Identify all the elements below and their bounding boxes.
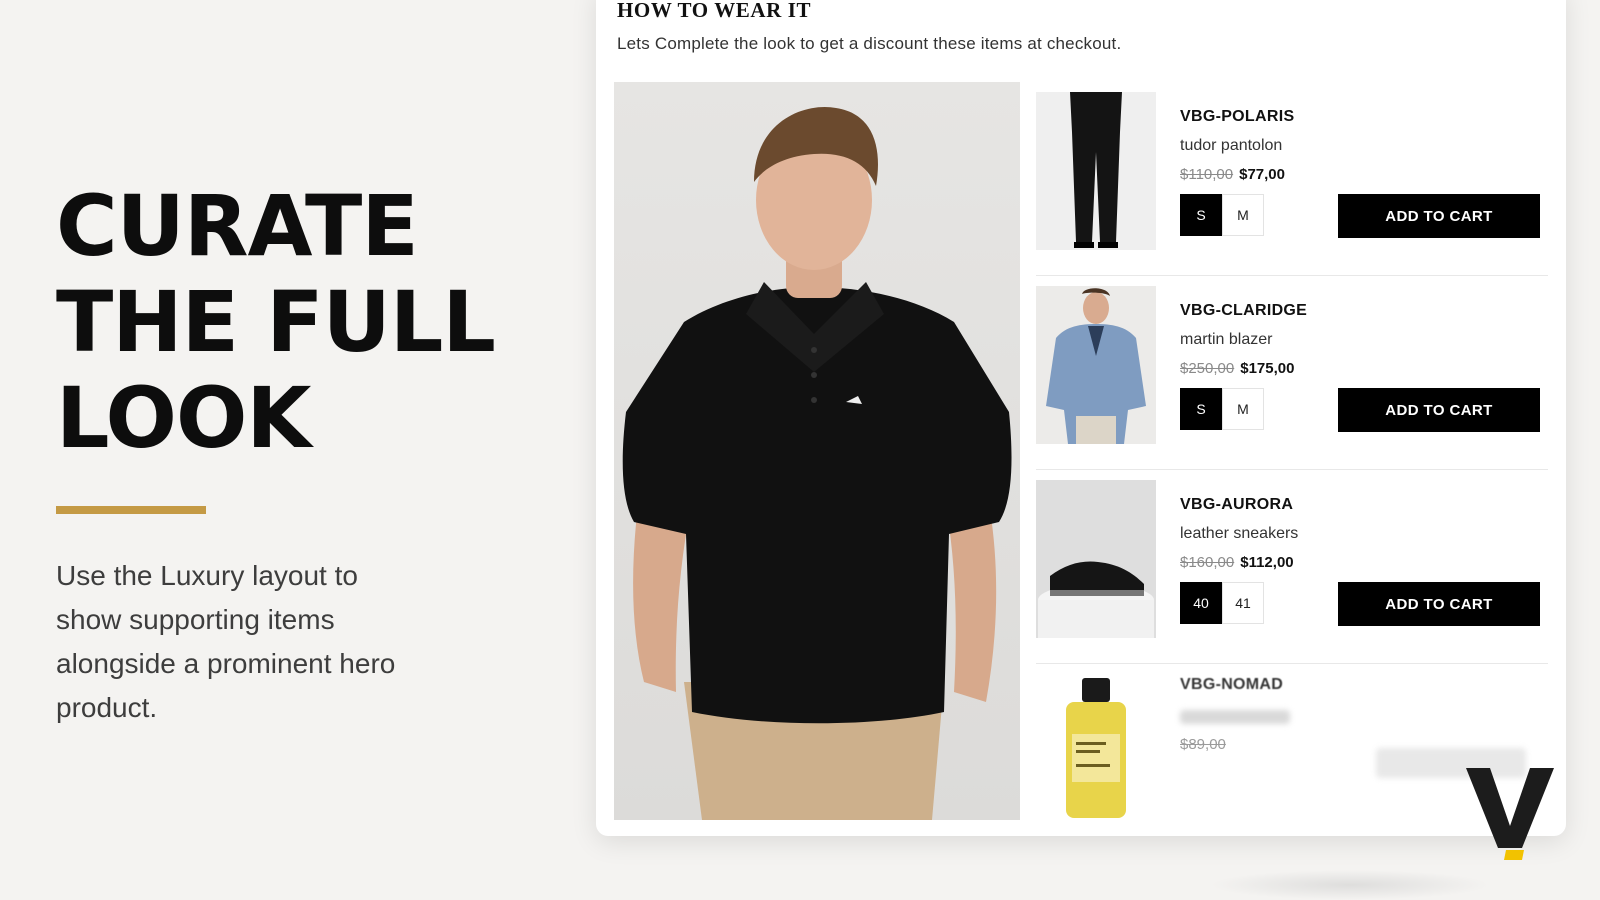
original-price: $89,00 (1180, 736, 1226, 753)
hero-product-image[interactable] (614, 82, 1020, 820)
product-list: VBG-POLARIS tudor pantolon $110,00 $77,00… (1036, 82, 1548, 858)
size-option-s[interactable]: S (1180, 194, 1222, 236)
background-smudge (1210, 870, 1490, 900)
product-prices: $250,00 $175,00 (1180, 360, 1294, 377)
complete-the-look-card: HOW TO WEAR IT Lets Complete the look to… (596, 0, 1566, 836)
discount-price: $175,00 (1240, 360, 1295, 377)
size-option-41[interactable]: 41 (1222, 582, 1264, 624)
product-description: martin blazer (1180, 331, 1273, 348)
product-thumbnail[interactable] (1036, 92, 1156, 250)
product-name[interactable]: VBG-AURORA (1180, 496, 1293, 514)
size-selector: S M (1180, 194, 1264, 236)
card-subheading: Lets Complete the look to get a discount… (617, 34, 1122, 53)
product-prices: $160,00 $112,00 (1180, 554, 1294, 571)
add-to-cart-button[interactable]: ADD TO CART (1338, 582, 1540, 626)
discount-price: $77,00 (1239, 166, 1285, 183)
list-item: VBG-POLARIS tudor pantolon $110,00 $77,00… (1036, 82, 1548, 276)
promo-title-line-2: THE FULL (56, 273, 496, 371)
promo-section: CURATE THE FULL LOOK Use the Luxury layo… (56, 178, 496, 730)
size-option-m[interactable]: M (1222, 388, 1264, 430)
promo-title-line-1: CURATE (56, 177, 419, 275)
original-price: $250,00 (1180, 360, 1235, 377)
product-description: leather sneakers (1180, 525, 1299, 542)
list-item: VBG-AURORA leather sneakers $160,00 $112,… (1036, 470, 1548, 664)
size-selector: 40 41 (1180, 582, 1264, 624)
original-price: $110,00 (1180, 166, 1234, 183)
product-thumbnail[interactable] (1036, 674, 1156, 832)
list-item: VBG-CLARIDGE martin blazer $250,00 $175,0… (1036, 276, 1548, 470)
hero-model-illustration (622, 106, 1012, 820)
brand-logo-icon (1466, 768, 1554, 860)
product-name[interactable]: VBG-CLARIDGE (1180, 302, 1307, 320)
promo-description: Use the Luxury layout to show supporting… (56, 560, 396, 723)
size-option-m[interactable]: M (1222, 194, 1264, 236)
blazer-image (1036, 286, 1156, 444)
product-thumbnail[interactable] (1036, 480, 1156, 638)
promo-title-line-3: LOOK (56, 369, 311, 467)
discount-price: $112,00 (1240, 554, 1294, 571)
add-to-cart-button[interactable]: ADD TO CART (1338, 388, 1540, 432)
accent-divider (56, 506, 206, 514)
product-prices: $110,00 $77,00 (1180, 166, 1285, 183)
size-option-40[interactable]: 40 (1180, 582, 1222, 624)
promo-title: CURATE THE FULL LOOK (56, 178, 496, 466)
product-description: tudor pantolon (1180, 137, 1283, 154)
size-selector: S M (1180, 388, 1264, 430)
product-name[interactable]: VBG-NOMAD (1180, 676, 1283, 694)
perfume-bottle-image (1036, 674, 1156, 832)
product-thumbnail[interactable] (1036, 286, 1156, 444)
card-heading: HOW TO WEAR IT (617, 0, 812, 22)
original-price: $160,00 (1180, 554, 1235, 571)
sneaker-image (1036, 480, 1156, 638)
trousers-image (1036, 92, 1156, 250)
add-to-cart-button[interactable]: ADD TO CART (1338, 194, 1540, 238)
product-name[interactable]: VBG-POLARIS (1180, 108, 1294, 126)
size-option-s[interactable]: S (1180, 388, 1222, 430)
product-prices: $89,00 (1180, 736, 1226, 753)
product-description-placeholder (1180, 710, 1290, 724)
